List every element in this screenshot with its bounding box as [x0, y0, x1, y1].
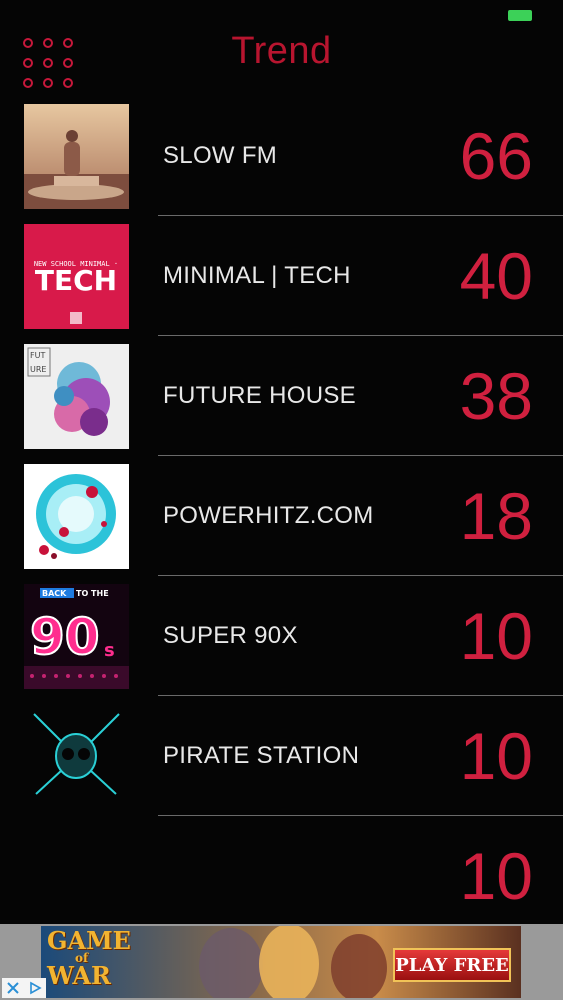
station-artwork: NEW SCHOOL MINIMAL · TECH — [24, 224, 129, 329]
page-title: Trend — [231, 30, 332, 72]
station-name: MINIMAL | TECH — [163, 262, 351, 289]
ad-game-logo: GAME of WAR — [47, 926, 131, 990]
station-row[interactable]: SLOW FM 66 — [0, 96, 563, 216]
svg-text:TO THE: TO THE — [76, 589, 109, 598]
station-name: FUTURE HOUSE — [163, 382, 356, 409]
station-artwork: FUT URE — [24, 344, 129, 449]
listener-count: 66 — [459, 119, 533, 193]
listener-count: 38 — [459, 359, 533, 433]
listener-count: 10 — [459, 719, 533, 793]
station-artwork: BACK TO THE 90 s — [24, 584, 129, 689]
station-name: POWERHITZ.COM — [163, 502, 374, 529]
play-free-button[interactable]: PLAY FREE — [393, 948, 511, 982]
station-name: SLOW FM — [163, 142, 278, 169]
station-row[interactable]: FUT URE FUTURE HOUSE 38 — [0, 336, 563, 456]
ad-banner[interactable]: GAME of WAR PLAY FREE — [41, 926, 521, 998]
ad-choices-icon[interactable] — [2, 978, 46, 998]
station-row[interactable]: 10 — [0, 816, 563, 936]
svg-text:90: 90 — [30, 608, 100, 666]
svg-text:BACK: BACK — [42, 589, 67, 598]
listener-count: 10 — [459, 599, 533, 673]
listener-count: 40 — [459, 239, 533, 313]
station-row[interactable]: BACK TO THE 90 s SUPER 90X 10 — [0, 576, 563, 696]
listener-count: 18 — [459, 479, 533, 553]
station-list: SLOW FM 66 NEW SCHOOL MINIMAL · TECH MIN… — [0, 96, 563, 936]
svg-text:URE: URE — [30, 365, 46, 374]
svg-text:FUT: FUT — [30, 351, 45, 360]
battery-icon — [508, 10, 532, 21]
station-row[interactable]: NEW SCHOOL MINIMAL · TECH MINIMAL | TECH… — [0, 216, 563, 336]
listener-count: 10 — [459, 839, 533, 913]
station-row[interactable]: PIRATE STATION 10 — [0, 696, 563, 816]
station-artwork — [24, 104, 129, 209]
station-name: PIRATE STATION — [163, 742, 360, 769]
station-row[interactable]: POWERHITZ.COM 18 — [0, 456, 563, 576]
station-artwork — [24, 704, 129, 809]
ad-area: GAME of WAR PLAY FREE — [0, 924, 563, 1000]
station-name: SUPER 90X — [163, 622, 298, 649]
station-artwork — [24, 464, 129, 569]
svg-text:s: s — [104, 640, 115, 661]
svg-text:TECH: TECH — [35, 264, 117, 297]
